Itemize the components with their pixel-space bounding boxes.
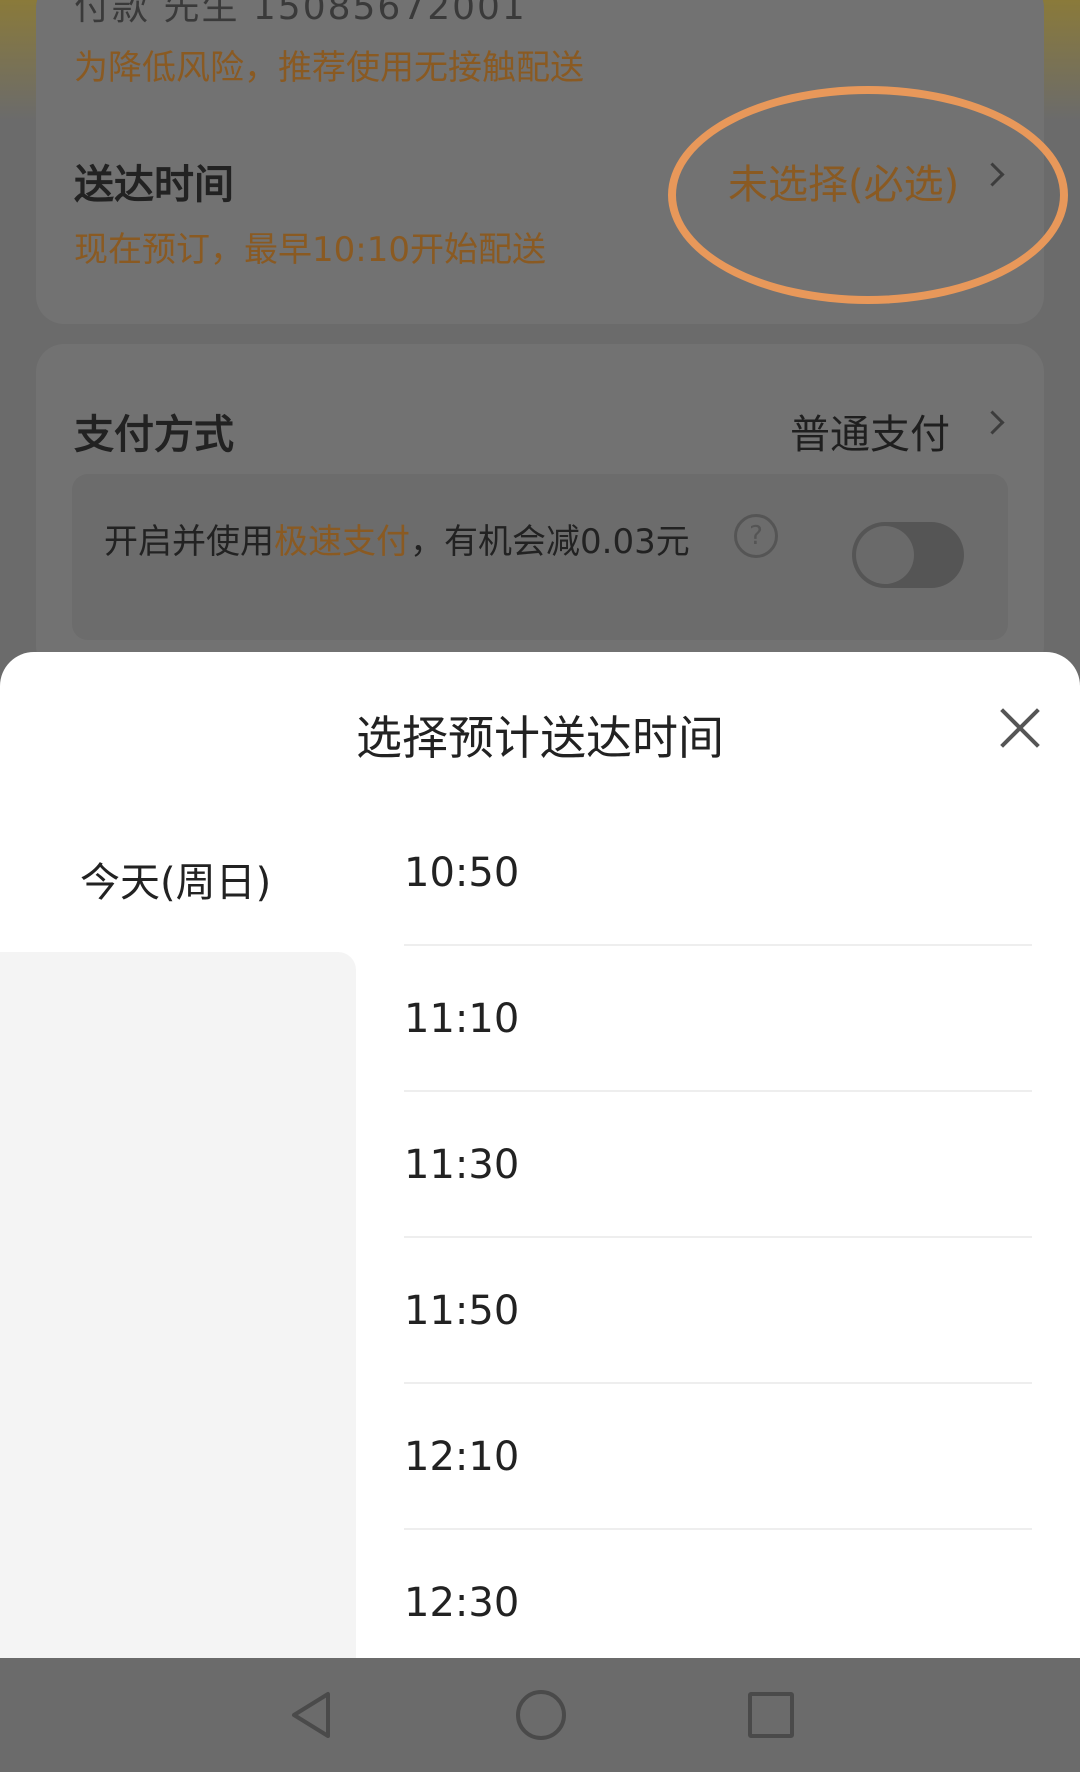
- home-circle-icon[interactable]: [516, 1690, 566, 1740]
- time-slot-list: 10:50 11:10 11:30 11:50 12:10 12:30: [404, 800, 1032, 1658]
- annotation-highlight-ring: [668, 86, 1068, 304]
- fastpay-toggle[interactable]: [852, 522, 964, 588]
- fastpay-text: 开启并使用极速支付，有机会减0.03元: [104, 514, 690, 563]
- payment-method-title: 支付方式: [74, 412, 234, 458]
- time-slot-item[interactable]: 10:50: [404, 800, 1032, 946]
- time-slot-item[interactable]: 12:10: [404, 1384, 1032, 1530]
- back-triangle-icon[interactable]: [288, 1690, 334, 1740]
- edge-decoration-left: [0, 0, 40, 120]
- recent-square-icon[interactable]: [748, 1692, 794, 1738]
- delivery-time-title: 送达时间: [74, 162, 234, 208]
- day-column-empty: [0, 952, 356, 1658]
- help-icon[interactable]: ?: [734, 514, 778, 558]
- system-nav-bar: [0, 1658, 1080, 1772]
- time-slot-item[interactable]: 12:30: [404, 1530, 1032, 1658]
- time-slot-item[interactable]: 11:10: [404, 946, 1032, 1092]
- time-slot-item[interactable]: 11:50: [404, 1238, 1032, 1384]
- fastpay-prefix: 开启并使用: [104, 522, 274, 562]
- close-icon[interactable]: [996, 704, 1044, 752]
- day-column: 今天(周日): [0, 652, 356, 1658]
- toggle-knob: [856, 526, 914, 584]
- day-item-label: 今天(周日): [80, 860, 272, 906]
- contactless-tip: 为降低风险，推荐使用无接触配送: [74, 48, 584, 88]
- payment-method-selector[interactable]: 普通支付: [790, 402, 950, 460]
- sheet-title: 选择预计送达时间: [356, 711, 724, 765]
- edge-decoration-right: [1040, 0, 1080, 120]
- delivery-time-subtitle: 现在预订，最早10:10开始配送: [74, 230, 546, 270]
- recipient-info-partial: 付款 先生 15085672001: [74, 0, 527, 28]
- fastpay-suffix: ，有机会减0.03元: [410, 522, 690, 562]
- time-slot-item[interactable]: 11:30: [404, 1092, 1032, 1238]
- fastpay-highlight[interactable]: 极速支付: [274, 522, 410, 562]
- delivery-time-sheet: 今天(周日) 选择预计送达时间 10:50 11:10 11:30 11:50 …: [0, 652, 1080, 1658]
